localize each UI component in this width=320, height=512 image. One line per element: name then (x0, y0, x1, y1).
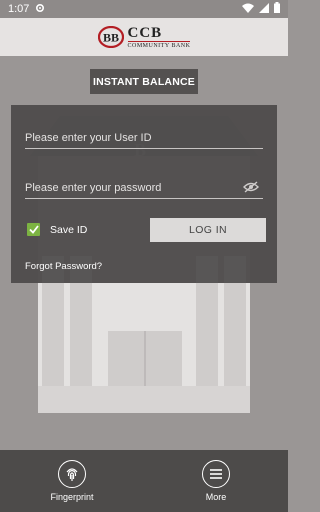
password-field[interactable]: Please enter your password (25, 177, 263, 199)
checkmark-icon (28, 225, 39, 234)
ccb-logo-icon: BB (97, 26, 124, 48)
user-id-field[interactable]: Please enter your User ID (25, 127, 263, 149)
logo-subtitle: COMMUNITY BANK (127, 40, 191, 49)
more-button[interactable]: More (144, 450, 288, 512)
bottom-nav: Fingerprint More (0, 450, 288, 512)
status-time: 1:07 (8, 3, 30, 15)
eye-off-icon[interactable] (243, 181, 259, 196)
fingerprint-button[interactable]: Fingerprint (0, 450, 144, 512)
save-id-label: Save ID (50, 223, 88, 236)
fingerprint-label: Fingerprint (50, 492, 94, 502)
save-id-checkbox[interactable] (27, 223, 40, 236)
signal-icon (259, 2, 269, 16)
status-bar: 1:07 (0, 0, 288, 18)
logo-name: CCB (127, 24, 163, 41)
gear-icon (35, 3, 45, 16)
svg-text:BB: BB (103, 31, 119, 45)
wifi-icon (242, 3, 254, 16)
login-button[interactable]: LOG IN (150, 218, 266, 242)
forgot-password-link[interactable]: Forgot Password? (25, 261, 102, 272)
battery-icon (274, 2, 280, 16)
more-label: More (205, 492, 227, 502)
bank-logo: BB CCB COMMUNITY BANK (97, 24, 191, 49)
menu-icon (202, 460, 230, 488)
user-id-placeholder: Please enter your User ID (25, 131, 152, 144)
save-id-row[interactable]: Save ID (27, 223, 87, 236)
login-panel: Please enter your User ID Please enter y… (11, 105, 277, 283)
instant-balance-button[interactable]: INSTANT BALANCE (90, 69, 198, 94)
fingerprint-icon (58, 460, 86, 488)
app-header: BB CCB COMMUNITY BANK (0, 18, 288, 56)
password-placeholder: Please enter your password (25, 181, 162, 194)
